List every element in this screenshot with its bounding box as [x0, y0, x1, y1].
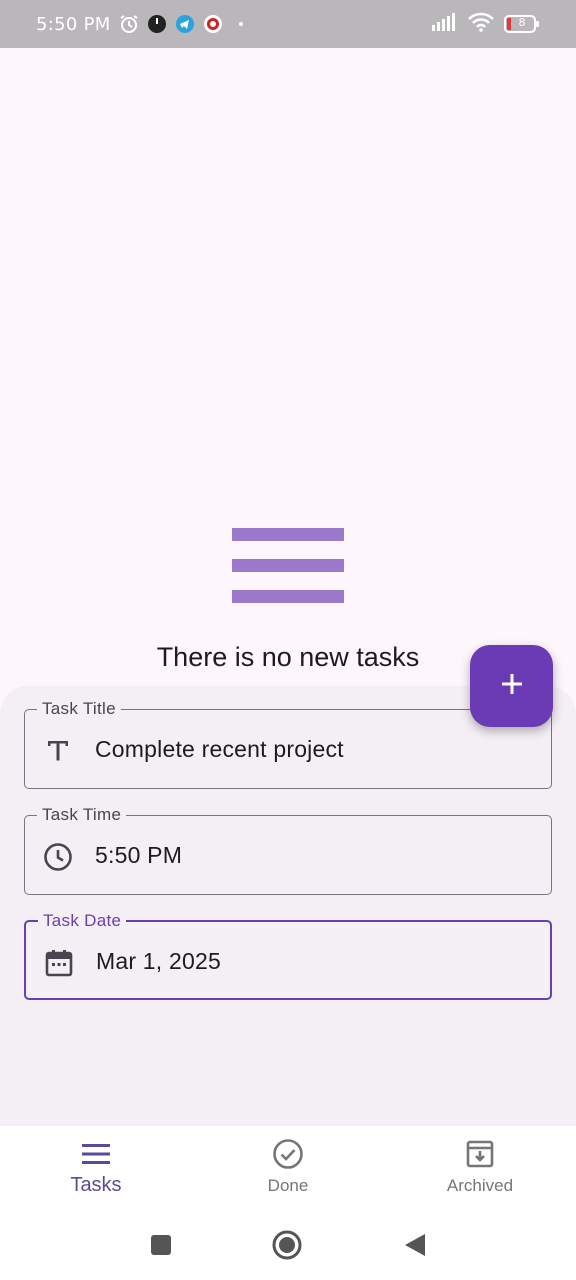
clock-app-icon: [147, 14, 167, 34]
task-time-field[interactable]: Task Time 5:50 PM: [24, 805, 552, 895]
status-bar: 5:50 PM 8: [0, 0, 576, 48]
nav-done-label: Done: [267, 1176, 309, 1195]
alarm-icon: [119, 14, 139, 34]
plus-icon: [500, 672, 524, 701]
clock-icon: [43, 842, 73, 872]
archive-icon: [464, 1138, 496, 1170]
task-time-label: Task Time: [37, 805, 127, 825]
battery-icon: 8: [504, 15, 540, 33]
telegram-icon: [175, 14, 195, 34]
task-date-value: Mar 1, 2025: [96, 948, 221, 974]
recents-button[interactable]: [146, 1230, 176, 1260]
menu-icon: [80, 1138, 112, 1170]
text-title-icon: [43, 736, 73, 766]
task-date-label: Task Date: [38, 911, 127, 931]
add-task-button[interactable]: [470, 645, 553, 727]
bottom-navigation: Tasks Done Archived: [0, 1126, 576, 1218]
status-time: 5:50 PM: [36, 13, 111, 35]
home-button[interactable]: [272, 1230, 302, 1260]
check-circle-icon: [272, 1138, 304, 1170]
task-title-label: Task Title: [37, 699, 121, 719]
battery-level: 8: [518, 16, 526, 29]
calendar-icon: [44, 948, 74, 978]
menu-lines-icon: [232, 528, 344, 604]
task-title-field[interactable]: Task Title Complete recent project: [24, 699, 552, 789]
wifi-icon: [468, 12, 494, 37]
task-title-value: Complete recent project: [95, 736, 344, 762]
nav-archived-label: Archived: [446, 1176, 514, 1195]
add-task-sheet: Task Title Complete recent project Task …: [0, 686, 576, 1126]
nav-tasks-label: Tasks: [70, 1174, 122, 1196]
nav-done[interactable]: Done: [192, 1126, 384, 1218]
task-time-value: 5:50 PM: [95, 842, 183, 868]
nav-archived[interactable]: Archived: [384, 1126, 576, 1218]
task-date-field[interactable]: Task Date Mar 1, 2025: [24, 911, 552, 1000]
notification-dot: [238, 22, 243, 26]
back-button[interactable]: [400, 1230, 430, 1260]
nav-tasks[interactable]: Tasks: [0, 1126, 192, 1218]
system-navigation-bar: [0, 1218, 576, 1280]
signal-icon: [432, 12, 458, 36]
vpn-icon: [203, 14, 223, 34]
